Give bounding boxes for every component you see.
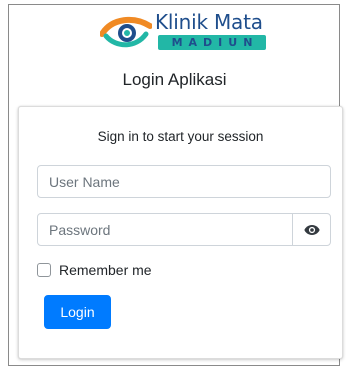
logo-name: Klinik Mata [155, 10, 263, 34]
eye-logo-icon [100, 16, 152, 48]
eye-icon [303, 224, 320, 235]
remember-me-checkbox[interactable] [37, 263, 51, 277]
show-password-button[interactable] [292, 213, 331, 246]
password-input[interactable] [37, 213, 293, 246]
logo-subtitle: MADIUN [158, 35, 266, 50]
remember-me[interactable]: Remember me [37, 262, 152, 278]
login-button[interactable]: Login [44, 295, 111, 329]
username-input[interactable] [37, 165, 331, 198]
clinic-logo: Klinik Mata MADIUN [100, 10, 270, 50]
login-box-message: Sign in to start your session [97, 129, 264, 144]
remember-me-label: Remember me [59, 262, 152, 278]
login-card: Sign in to start your session Remember m… [18, 106, 343, 359]
app-title: Login Aplikasi [122, 70, 227, 89]
